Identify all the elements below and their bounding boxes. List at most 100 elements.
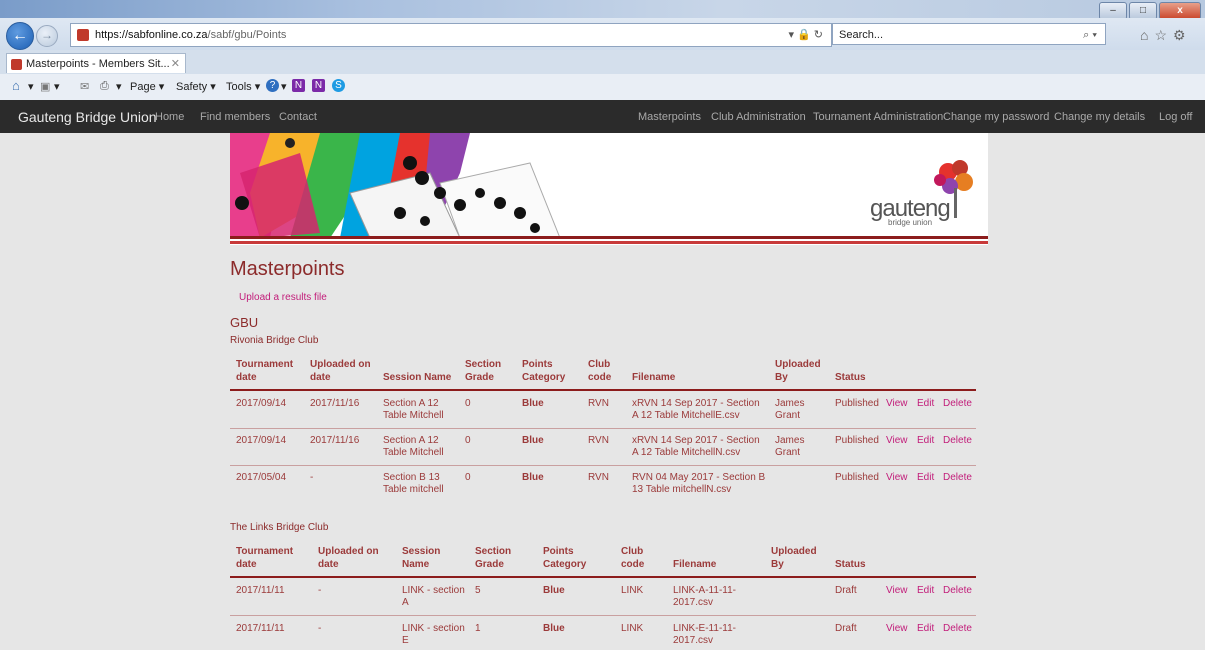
- tab-bar: Masterpoints - Members Sit... ✕: [0, 50, 1205, 74]
- safety-menu[interactable]: Safety ▾: [176, 80, 216, 93]
- cell-tournament-date: 2017/09/14: [236, 435, 287, 446]
- search-input[interactable]: Search... ⌕ ▾: [832, 23, 1106, 45]
- tab-masterpoints[interactable]: Masterpoints - Members Sit... ✕: [6, 53, 186, 73]
- search-icon[interactable]: ⌕ ▾: [1083, 24, 1097, 46]
- row-divider: [230, 615, 976, 616]
- cell-uploaded-date: -: [310, 472, 314, 483]
- col-session-name: Session Name: [402, 546, 441, 570]
- nav-masterpoints[interactable]: Masterpoints: [638, 111, 701, 123]
- cell-tournament-date: 2017/11/11: [236, 585, 285, 596]
- edit-link[interactable]: Edit: [917, 585, 934, 596]
- skype-icon[interactable]: S: [332, 79, 345, 92]
- col-club-code: Club code: [588, 359, 612, 383]
- forward-arrow-icon: →: [41, 28, 53, 42]
- delete-link[interactable]: Delete: [943, 472, 972, 483]
- back-arrow-icon: ←: [12, 27, 28, 44]
- tab-close-icon[interactable]: ✕: [171, 54, 180, 74]
- col-uploaded-date: Uploaded on date: [310, 359, 371, 383]
- cell-filename: RVN 04 May 2017 - Section B 13 Table mit…: [632, 472, 766, 495]
- url-lock-refresh-icons[interactable]: ▾ 🔒 ↻: [788, 24, 823, 46]
- onenote-icon[interactable]: N: [292, 79, 305, 92]
- home-dropdown-icon[interactable]: ▾: [28, 80, 34, 93]
- cell-tournament-date: 2017/09/14: [236, 398, 287, 409]
- cell-uploaded-date: 2017/11/16: [310, 398, 360, 409]
- help-icon[interactable]: ?: [266, 79, 279, 92]
- feeds-icon[interactable]: ▣: [40, 80, 50, 93]
- cell-uploaded-by: James Grant: [775, 398, 805, 421]
- col-status: Status: [835, 372, 866, 383]
- nav-home[interactable]: Home: [155, 111, 184, 123]
- nav-club-administration[interactable]: Club Administration: [711, 111, 806, 123]
- view-link[interactable]: View: [886, 398, 908, 409]
- view-link[interactable]: View: [886, 472, 908, 483]
- table-header-divider: [230, 389, 976, 391]
- row-divider: [230, 428, 976, 429]
- site-favicon-icon: [77, 29, 89, 42]
- col-filename: Filename: [632, 372, 676, 383]
- nav-tournament-administration[interactable]: Tournament Administration: [813, 111, 943, 123]
- col-tournament-date: Tournament date: [236, 359, 294, 383]
- row-divider: [230, 465, 976, 466]
- edit-link[interactable]: Edit: [917, 623, 934, 634]
- view-link[interactable]: View: [886, 585, 908, 596]
- cell-section-grade: 5: [475, 585, 481, 596]
- print-dropdown-icon[interactable]: ▾: [116, 80, 122, 93]
- view-link[interactable]: View: [886, 435, 908, 446]
- url-field[interactable]: https://sabfonline.co.za/sabf/gbu/Points…: [70, 23, 832, 47]
- cell-uploaded-date: 2017/11/16: [310, 435, 360, 446]
- cell-status: Published: [835, 472, 879, 483]
- edit-link[interactable]: Edit: [917, 398, 934, 409]
- nav-find-members[interactable]: Find members: [200, 111, 270, 123]
- home-favorites-settings-icons[interactable]: ⌂☆⚙: [1140, 27, 1192, 44]
- club-heading-links: The Links Bridge Club: [230, 522, 329, 533]
- nav-change-password[interactable]: Change my password: [943, 111, 1049, 123]
- tools-menu[interactable]: Tools ▾: [226, 80, 260, 93]
- cell-status: Published: [835, 398, 879, 409]
- delete-link[interactable]: Delete: [943, 585, 972, 596]
- cell-club-code: RVN: [588, 472, 609, 483]
- cell-club-code: LINK: [621, 585, 644, 596]
- col-uploaded-by: Uploaded By: [775, 359, 821, 383]
- edit-link[interactable]: Edit: [917, 472, 934, 483]
- page-menu[interactable]: Page ▾: [130, 80, 164, 93]
- url-host: https://sabfonline.co.za: [95, 29, 208, 41]
- site-brand[interactable]: Gauteng Bridge Union: [18, 109, 157, 125]
- cell-session-name: LINK - section E: [402, 623, 465, 646]
- delete-link[interactable]: Delete: [943, 623, 972, 634]
- cell-session-name: LINK - section A: [402, 585, 465, 608]
- tab-title: Masterpoints - Members Sit...: [26, 58, 170, 70]
- delete-link[interactable]: Delete: [943, 398, 972, 409]
- cell-points-category: Blue: [522, 435, 544, 446]
- table-header-divider: [230, 576, 976, 578]
- upload-results-link[interactable]: Upload a results file: [239, 292, 327, 303]
- cell-status: Draft: [835, 623, 857, 634]
- cell-club-code: RVN: [588, 398, 609, 409]
- nav-contact[interactable]: Contact: [279, 111, 317, 123]
- nav-change-details[interactable]: Change my details: [1054, 111, 1145, 123]
- cell-points-category: Blue: [522, 398, 544, 409]
- help-dropdown-icon[interactable]: ▾: [281, 80, 287, 93]
- cell-status: Draft: [835, 585, 857, 596]
- cell-uploaded-by: James Grant: [775, 435, 805, 458]
- address-bar-area: ← → https://sabfonline.co.za/sabf/gbu/Po…: [0, 18, 1205, 50]
- col-session-name: Session Name: [383, 372, 452, 383]
- feeds-dropdown-icon[interactable]: ▾: [54, 80, 60, 93]
- cell-filename: LINK-E-11-11-2017.csv: [673, 623, 736, 646]
- home-icon[interactable]: ⌂: [12, 78, 20, 93]
- edit-link[interactable]: Edit: [917, 435, 934, 446]
- cell-club-code: LINK: [621, 623, 644, 634]
- nav-log-off[interactable]: Log off: [1159, 111, 1192, 123]
- forward-button[interactable]: →: [36, 25, 58, 47]
- cell-section-grade: 1: [475, 623, 481, 634]
- delete-link[interactable]: Delete: [943, 435, 972, 446]
- mail-icon[interactable]: ✉: [80, 80, 89, 93]
- cell-session-name: Section A 12 Table Mitchell: [383, 435, 444, 458]
- print-icon[interactable]: ⎙: [100, 80, 109, 93]
- back-button[interactable]: ←: [6, 22, 34, 50]
- cell-points-category: Blue: [522, 472, 544, 483]
- cell-filename: xRVN 14 Sep 2017 - Section A 12 Table Mi…: [632, 398, 760, 421]
- onenote-send-icon[interactable]: N: [312, 79, 325, 92]
- site-navbar: Gauteng Bridge Union Home Find members C…: [0, 100, 1205, 133]
- view-link[interactable]: View: [886, 623, 908, 634]
- banner-stripe: [230, 236, 988, 239]
